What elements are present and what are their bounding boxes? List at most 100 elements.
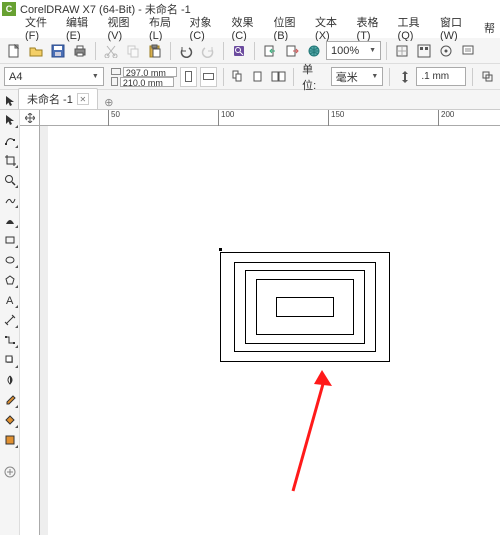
menu-effects[interactable]: 效果(C)	[227, 12, 267, 44]
pick-tool-icon	[2, 93, 18, 109]
export-button[interactable]	[282, 41, 302, 61]
units-label: 单位:	[302, 61, 326, 93]
text-tool[interactable]: A	[2, 292, 18, 308]
new-button[interactable]	[4, 41, 24, 61]
nudge-icon	[396, 68, 413, 86]
drawn-objects[interactable]	[220, 252, 390, 362]
rectangle-inner[interactable]	[276, 297, 334, 317]
options-button[interactable]	[414, 41, 434, 61]
selection-handle[interactable]	[219, 248, 222, 251]
menu-table[interactable]: 表格(T)	[352, 12, 391, 44]
portrait-button[interactable]	[180, 67, 197, 87]
add-tab-button[interactable]: ⊕	[102, 95, 116, 109]
rectangle-tool[interactable]	[2, 232, 18, 248]
annotation-arrow	[248, 366, 338, 496]
ruler-tick: 200	[438, 110, 454, 126]
menu-file[interactable]: 文件(F)	[20, 12, 59, 44]
separator	[223, 42, 224, 60]
units-value: 毫米	[336, 69, 358, 85]
separator	[386, 42, 387, 60]
print-button[interactable]	[70, 41, 90, 61]
zoom-value: 100%	[331, 45, 359, 57]
freehand-tool[interactable]	[2, 192, 18, 208]
artistic-media-tool[interactable]	[2, 212, 18, 228]
crop-tool[interactable]	[2, 152, 18, 168]
hint-button[interactable]	[458, 41, 478, 61]
color-eyedropper-tool[interactable]	[2, 392, 18, 408]
vertical-ruler[interactable]	[20, 126, 40, 535]
chevron-down-icon: ▼	[369, 47, 376, 54]
workspace: A 50 100 150 200	[0, 110, 500, 535]
separator	[95, 42, 96, 60]
quick-customize-button[interactable]	[2, 464, 18, 480]
horizontal-ruler[interactable]: 50 100 150 200	[40, 110, 500, 126]
toolbox: A	[0, 110, 20, 535]
ellipse-tool[interactable]	[2, 252, 18, 268]
menu-view[interactable]: 视图(V)	[103, 12, 143, 44]
redo-button[interactable]	[198, 41, 218, 61]
document-tab[interactable]: 未命名 -1 ✕	[18, 88, 98, 109]
separator	[223, 68, 224, 86]
menu-object[interactable]: 对象(C)	[185, 12, 225, 44]
svg-text:A: A	[6, 295, 14, 306]
save-button[interactable]	[48, 41, 68, 61]
page-width-field[interactable]: 297.0 mm	[123, 67, 177, 77]
property-bar: A4▼ 297.0 mm 210.0 mm 单位: 毫米 ▼ .1 mm	[0, 64, 500, 90]
units-dropdown[interactable]: 毫米 ▼	[331, 67, 384, 86]
smart-fill-tool[interactable]	[2, 432, 18, 448]
drawing-page[interactable]	[48, 126, 500, 535]
polygon-tool[interactable]	[2, 272, 18, 288]
document-tab-bar: 未命名 -1 ✕ ⊕	[0, 90, 500, 110]
zoom-field[interactable]: 100% ▼	[326, 41, 381, 60]
copy-button[interactable]	[123, 41, 143, 61]
menu-window[interactable]: 窗口(W)	[435, 12, 477, 44]
menu-help[interactable]: 帮	[479, 18, 500, 38]
duplicate-distance-icon[interactable]	[479, 68, 496, 86]
paper-size-dropdown[interactable]: A4▼	[4, 67, 104, 86]
separator	[472, 68, 473, 86]
page-height-field[interactable]: 210.0 mm	[120, 77, 174, 87]
transparency-tool[interactable]	[2, 372, 18, 388]
chevron-down-icon: ▼	[371, 73, 378, 80]
tab-label: 未命名 -1	[27, 91, 73, 107]
ruler-origin[interactable]	[20, 110, 40, 126]
parallel-dimension-tool[interactable]	[2, 312, 18, 328]
cut-button[interactable]	[101, 41, 121, 61]
menu-text[interactable]: 文本(X)	[310, 12, 350, 44]
open-button[interactable]	[26, 41, 46, 61]
all-pages-icon[interactable]	[230, 68, 247, 86]
zoom-tool[interactable]	[2, 172, 18, 188]
interactive-fill-tool[interactable]	[2, 412, 18, 428]
tab-close-button[interactable]: ✕	[77, 93, 89, 105]
import-button[interactable]	[260, 41, 280, 61]
canvas-area[interactable]: 50 100 150 200	[20, 110, 500, 535]
publish-button[interactable]	[304, 41, 324, 61]
nudge-distance-field[interactable]: .1 mm	[416, 67, 466, 86]
ruler-tick: 150	[328, 110, 344, 126]
menu-bitmaps[interactable]: 位图(B)	[269, 12, 309, 44]
facing-pages-icon[interactable]	[270, 68, 287, 86]
separator	[389, 68, 390, 86]
pick-tool[interactable]	[2, 112, 18, 128]
chevron-down-icon: ▼	[92, 73, 99, 80]
current-page-icon[interactable]	[250, 68, 267, 86]
connector-tool[interactable]	[2, 332, 18, 348]
menu-tools[interactable]: 工具(Q)	[393, 12, 433, 44]
undo-button[interactable]	[176, 41, 196, 61]
landscape-button[interactable]	[200, 67, 217, 87]
height-icon	[111, 77, 118, 86]
drop-shadow-tool[interactable]	[2, 352, 18, 368]
search-button[interactable]	[229, 41, 249, 61]
page-dimensions: 297.0 mm 210.0 mm	[111, 67, 177, 87]
shape-tool[interactable]	[2, 132, 18, 148]
paste-button[interactable]	[145, 41, 165, 61]
menu-edit[interactable]: 编辑(E)	[61, 12, 101, 44]
menu-layout[interactable]: 布局(L)	[144, 12, 183, 44]
separator	[254, 42, 255, 60]
snap-button[interactable]	[392, 41, 412, 61]
separator	[293, 68, 294, 86]
ruler-tick: 100	[218, 110, 234, 126]
app-icon: C	[2, 2, 16, 16]
launch-button[interactable]	[436, 41, 456, 61]
ruler-tick: 50	[108, 110, 120, 126]
